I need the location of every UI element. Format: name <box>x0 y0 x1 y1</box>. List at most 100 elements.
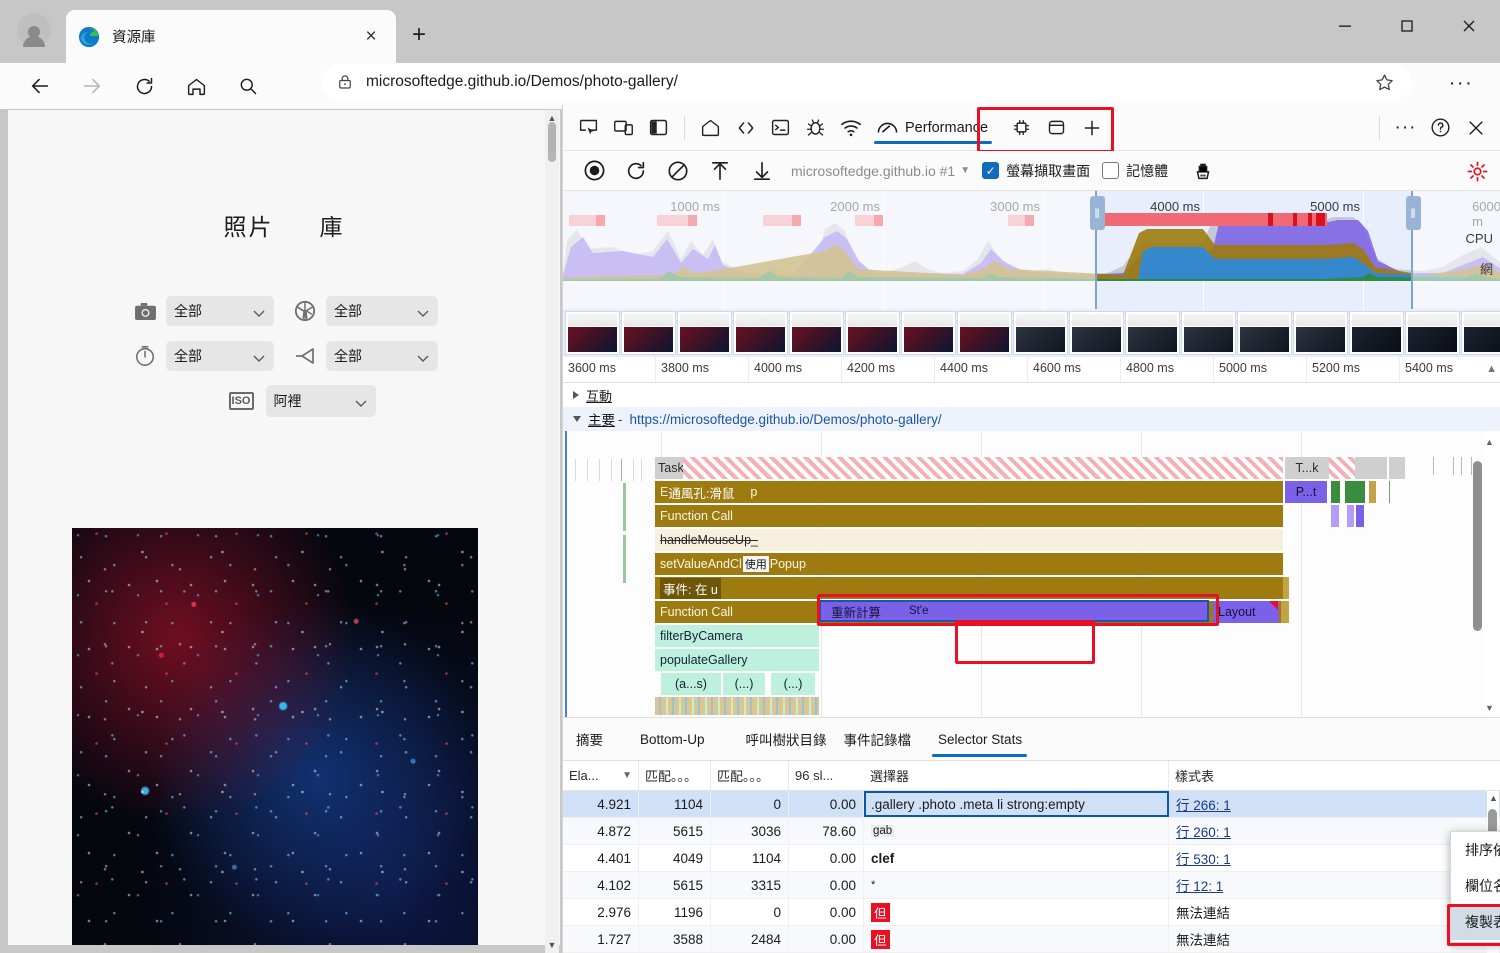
flame-bar-event-mouse[interactable]: E通風孔:滑鼠p <box>655 481 1283 503</box>
tab-selector-stats[interactable]: Selector Stats <box>924 718 1035 760</box>
table-context-menu[interactable]: 排序依據 欄位名稱選項 複製表格 <box>1450 831 1500 943</box>
gallery-photo[interactable] <box>72 528 478 945</box>
aperture-filter-select[interactable]: 全部 <box>326 296 438 326</box>
filmstrip-frame[interactable] <box>1461 311 1500 355</box>
clear-recording-icon[interactable] <box>657 154 699 188</box>
header-match-count[interactable]: 匹配。。。 <box>711 761 789 790</box>
expand-triangle-icon[interactable] <box>573 391 579 399</box>
camera-filter-select[interactable]: 全部 <box>166 296 274 326</box>
memory-checkbox[interactable]: 記憶體 <box>1102 161 1168 181</box>
screenshots-checkbox[interactable]: ✓ 螢幕擷取畫面 <box>982 161 1090 181</box>
new-tab-button[interactable]: + <box>404 20 434 50</box>
collect-garbage-icon[interactable] <box>1182 154 1224 188</box>
interactions-track[interactable]: 互動 <box>563 383 1500 407</box>
cell-selector[interactable]: * <box>864 872 1169 898</box>
filmstrip-frame[interactable] <box>677 311 732 355</box>
main-track-header[interactable]: 主要 - https://microsoftedge.github.io/Dem… <box>563 407 1500 431</box>
recording-target-selector[interactable]: microsoftedge.github.io #1 ▼ <box>791 163 970 179</box>
header-selector[interactable]: 選擇器 <box>864 761 1169 790</box>
flame-bar-task-right[interactable]: T...k <box>1285 457 1329 479</box>
favorite-star-icon[interactable] <box>1370 68 1398 96</box>
flame-outer-scrollbar[interactable]: ▲ ▼ <box>1484 435 1498 715</box>
tab-event-log[interactable]: 事件記錄檔 <box>840 718 925 760</box>
shutter-filter-select[interactable]: 全部 <box>166 341 274 371</box>
flame-bar-paint[interactable]: P...t <box>1285 481 1327 503</box>
flame-bar-task-right4[interactable] <box>1389 457 1405 479</box>
minimize-button[interactable] <box>1314 0 1376 52</box>
scroll-up-arrow-icon[interactable]: ▲ <box>1485 437 1494 447</box>
table-row[interactable]: 4.102 5615 3315 0.00 * 行 12: 1 <box>563 872 1500 899</box>
flame-bar-gold-thin2[interactable] <box>1281 601 1289 623</box>
device-emulation-icon[interactable] <box>606 112 641 144</box>
filmstrip-frame[interactable] <box>565 311 620 355</box>
profile-avatar-button[interactable] <box>10 8 58 52</box>
header-match-attempts[interactable]: 匹配。。。 <box>639 761 711 790</box>
flame-bar-event-u[interactable]: 事件: 在 u <box>655 577 1283 599</box>
flame-bar-handle-mouse-up[interactable]: handleMouseUp_ <box>655 529 1283 551</box>
context-menu-item-sort-by[interactable]: 排序依據 <box>1451 832 1500 868</box>
table-row[interactable]: 4.401 4049 1104 0.00 clef 行 530: 1 <box>563 845 1500 872</box>
capture-settings-icon[interactable] <box>1466 160 1489 188</box>
flame-bar-task-body[interactable] <box>683 457 1283 479</box>
flame-bar-filter-by-camera[interactable]: filterByCamera <box>655 625 819 647</box>
overview-left-handle[interactable]: ‖ <box>1090 196 1105 230</box>
flame-bar-set-value[interactable]: setValueAndCl 使用 Popup <box>655 553 1283 575</box>
iso-filter-select[interactable]: 阿裡 <box>266 385 376 417</box>
scroll-down-arrow-icon[interactable]: ▼ <box>546 939 558 951</box>
cell-selector[interactable]: clef <box>864 845 1169 871</box>
flame-bar-task-right2[interactable] <box>1329 457 1355 479</box>
record-icon[interactable] <box>573 154 615 188</box>
header-elapsed[interactable]: Ela...▼ <box>563 761 639 790</box>
table-row[interactable]: 2.976 1196 0 0.00 但 無法連結 <box>563 899 1500 926</box>
filmstrip-frame[interactable] <box>733 311 788 355</box>
flame-bar-task-right3[interactable] <box>1355 457 1387 479</box>
flame-bar-purple-3[interactable] <box>1356 505 1364 527</box>
home-icon[interactable] <box>693 112 728 144</box>
close-devtools-icon[interactable] <box>1458 112 1493 144</box>
filmstrip-frame[interactable] <box>1237 311 1292 355</box>
browser-more-button[interactable]: ··· <box>1444 70 1478 96</box>
close-window-button[interactable] <box>1438 0 1500 52</box>
filmstrip-frame[interactable] <box>845 311 900 355</box>
filmstrip[interactable]: Frames <box>563 309 1500 357</box>
help-icon[interactable] <box>1423 112 1458 144</box>
flame-chart[interactable]: Task T...k E通風孔:滑鼠p P...t Function Call <box>563 431 1485 717</box>
page-scrollbar[interactable]: ▲ ▼ <box>545 110 559 953</box>
scrollbar-thumb[interactable] <box>548 122 556 162</box>
filmstrip-frame[interactable] <box>1125 311 1180 355</box>
flame-bar-green-2[interactable] <box>1345 481 1365 503</box>
application-storage-icon[interactable] <box>1039 112 1074 144</box>
flame-bar-task-label[interactable]: Task <box>655 457 683 479</box>
maximize-button[interactable] <box>1376 0 1438 52</box>
close-tab-icon[interactable]: × <box>358 24 384 50</box>
network-wifi-icon[interactable] <box>833 112 868 144</box>
flame-bar-lpurple-2[interactable] <box>1347 505 1354 527</box>
upload-profile-icon[interactable] <box>699 154 741 188</box>
filmstrip-frame[interactable] <box>901 311 956 355</box>
flash-filter-select[interactable]: 全部 <box>326 341 438 371</box>
tab-bottom-up[interactable]: Bottom-Up <box>616 718 718 760</box>
back-arrow-icon[interactable] <box>14 66 66 106</box>
download-profile-icon[interactable] <box>741 154 783 188</box>
scroll-down-arrow-icon[interactable]: ▼ <box>1485 703 1494 713</box>
filmstrip-frame[interactable] <box>957 311 1012 355</box>
table-row[interactable]: 1.727 3588 2484 0.00 但 無法連結 <box>563 926 1500 953</box>
header-slow-percent[interactable]: 96 sl... <box>789 761 864 790</box>
inspect-element-icon[interactable] <box>571 112 606 144</box>
flame-bar-lpurple-1[interactable] <box>1331 505 1339 527</box>
cell-selector[interactable]: 但 <box>864 926 1169 952</box>
tab-call-tree[interactable]: 呼叫樹狀目錄 <box>718 718 840 760</box>
flame-bar-green-1[interactable] <box>1331 481 1340 503</box>
context-menu-item-column-options[interactable]: 欄位名稱選項 <box>1451 868 1500 904</box>
table-row[interactable]: 4.921 1104 0 0.00 .gallery .photo .meta … <box>563 791 1500 818</box>
flame-bar-gold-small[interactable] <box>1369 481 1376 503</box>
filmstrip-frame[interactable] <box>1349 311 1404 355</box>
overview-right-handle[interactable]: ‖ <box>1406 196 1421 230</box>
address-bar[interactable]: microsoftedge.github.io/Demos/photo-gall… <box>322 64 1412 100</box>
console-icon[interactable] <box>763 112 798 144</box>
elements-code-icon[interactable] <box>728 112 763 144</box>
scroll-up-arrow-icon[interactable]: ▲ <box>1489 793 1498 803</box>
flame-bar-gold-thin[interactable] <box>1283 577 1289 599</box>
filmstrip-frame[interactable] <box>1013 311 1068 355</box>
scrollbar-thumb[interactable] <box>1473 461 1482 631</box>
